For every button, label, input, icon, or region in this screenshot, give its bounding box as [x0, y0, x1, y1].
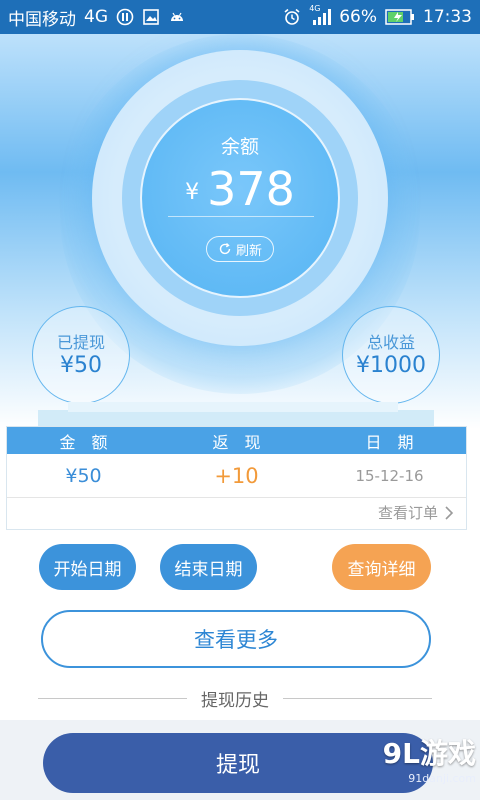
row-rebate: +10: [214, 463, 259, 488]
signal-network-label: 4G: [309, 4, 321, 13]
balance-label: 余额: [220, 136, 259, 158]
refresh-icon: [218, 242, 232, 256]
withdrawn-label: 已提现: [56, 333, 105, 352]
balance-currency: ¥: [185, 180, 200, 205]
watermark-logo: 9L游戏: [382, 737, 476, 770]
network-type: 4G: [84, 7, 108, 27]
carrier-name: 中国移动: [8, 9, 76, 30]
withdrawn-value: ¥50: [60, 353, 102, 378]
header-rebate: 返 现: [212, 432, 261, 452]
pause-notification-icon: [116, 8, 134, 26]
balance-circle: 余额 ¥378 刷新: [140, 98, 340, 298]
chevron-right-icon: [444, 505, 454, 520]
row-amount: ¥50: [65, 464, 102, 487]
status-bar: 中国移动 4G 4G 66% 17:33: [0, 0, 480, 34]
table-header: 金 额 返 现 日 期: [7, 427, 466, 454]
header-amount: 金 额: [59, 432, 108, 452]
query-details-button[interactable]: 查询详细: [332, 544, 431, 590]
row-date: 15-12-16: [355, 466, 424, 485]
signal-strength-icon: 4G: [309, 4, 332, 26]
balance-hero: 余额 ¥378 刷新 已提现 ¥50 总收益 ¥1000: [0, 34, 480, 429]
alarm-clock-icon: [283, 8, 301, 26]
battery-charging-icon: [385, 9, 415, 25]
balance-divider: [168, 216, 314, 217]
total-income-circle: 总收益 ¥1000: [342, 306, 440, 404]
total-income-label: 总收益: [366, 333, 415, 352]
view-more-button[interactable]: 查看更多: [41, 610, 431, 668]
android-debug-icon: [168, 8, 186, 26]
start-date-button[interactable]: 开始日期: [39, 544, 136, 590]
view-orders-link[interactable]: 查看订单: [378, 502, 454, 523]
records-table: 金 额 返 现 日 期 ¥50 +10 15-12-16 查看订单: [6, 426, 467, 530]
divider-line-right: [283, 697, 432, 699]
balance-amount: ¥378: [142, 162, 338, 216]
view-orders-label: 查看订单: [377, 504, 438, 522]
watermark-url: 91danji.com: [408, 772, 476, 785]
withdraw-history-divider: 提现历史: [38, 686, 432, 711]
site-watermark: 9L游戏 91danji.com: [326, 732, 476, 796]
header-date: 日 期: [365, 432, 414, 452]
divider-line-left: [38, 697, 187, 699]
clock-time: 17:33: [423, 7, 472, 27]
withdraw-history-label: 提现历史: [201, 690, 269, 711]
balance-value: 378: [207, 162, 295, 216]
decorative-shelf-top: [68, 402, 398, 412]
end-date-button[interactable]: 结束日期: [160, 544, 257, 590]
refresh-button[interactable]: 刷新: [206, 236, 274, 262]
battery-percent: 66%: [339, 7, 377, 27]
image-notification-icon: [142, 8, 160, 26]
refresh-label: 刷新: [235, 243, 262, 259]
withdrawn-circle: 已提现 ¥50: [32, 306, 130, 404]
table-row[interactable]: ¥50 +10 15-12-16: [7, 454, 466, 498]
total-income-value: ¥1000: [356, 353, 426, 378]
